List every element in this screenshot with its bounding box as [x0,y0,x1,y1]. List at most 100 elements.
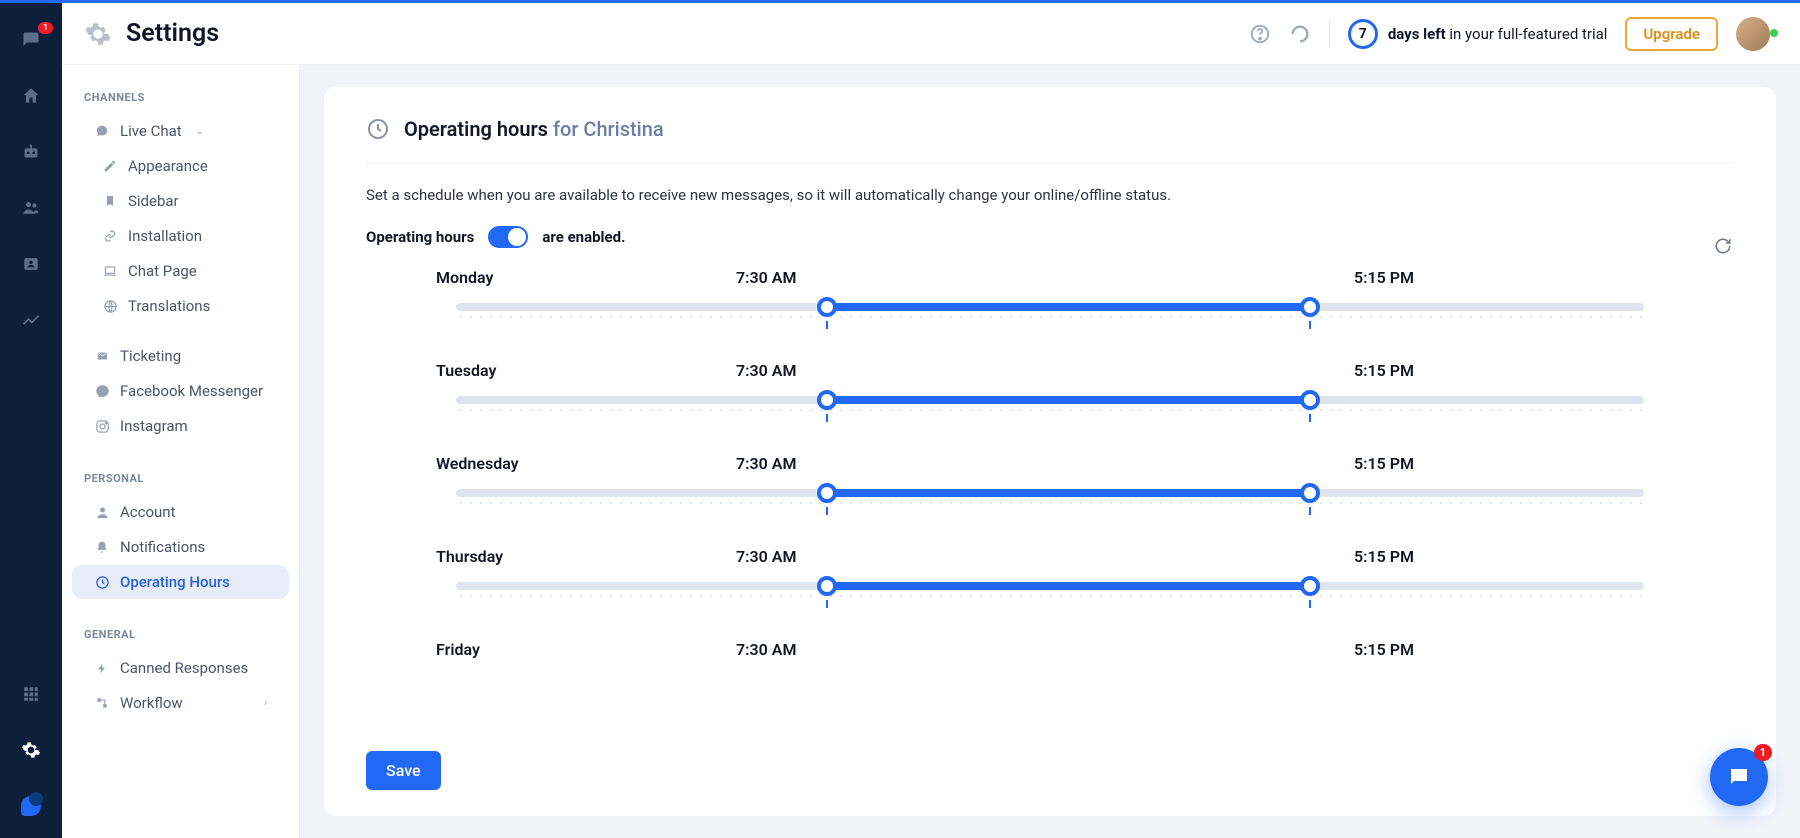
sidebar-item-label: Appearance [128,157,208,175]
reload-icon[interactable] [1714,237,1732,255]
rail-id-icon[interactable] [19,252,43,276]
time-range-slider[interactable] [456,390,1644,416]
slider-fill [827,582,1310,590]
chevron-down-icon: ⌄ [196,126,204,137]
slider-handle-start[interactable] [817,483,837,503]
upgrade-button[interactable]: Upgrade [1625,17,1718,51]
day-start-time: 7:30 AM [736,547,796,566]
rail-inbox-icon[interactable]: 1 [19,28,43,52]
schedule-row: Monday 7:30 AM 5:15 PM [366,268,1734,323]
avatar[interactable] [1736,17,1770,51]
slider-handle-end[interactable] [1300,483,1320,503]
sidebar-item-translations[interactable]: Translations [72,289,289,323]
sidebar-item-workflow[interactable]: Workflow › [72,686,289,720]
sidebar-item-facebook[interactable]: Facebook Messenger [72,374,289,408]
clock-icon [94,574,110,590]
sidebar-item-operating-hours[interactable]: Operating Hours [72,565,289,599]
slider-ticks [456,408,1644,412]
day-end-time: 5:15 PM [1354,454,1414,473]
sidebar-item-label: Installation [128,227,202,245]
sidebar-item-live-chat[interactable]: Live Chat ⌄ [72,114,289,148]
rail-home-icon[interactable] [19,84,43,108]
sidebar-item-instagram[interactable]: Instagram [72,409,289,443]
chat-launcher[interactable]: 1 [1710,748,1768,806]
settings-sidebar: CHANNELS Live Chat ⌄ Appearance Sidebar … [62,65,300,838]
settings-card: Operating hours for Christina Set a sche… [324,87,1776,816]
time-range-slider[interactable] [456,576,1644,602]
schedule-row: Tuesday 7:30 AM 5:15 PM [366,361,1734,416]
trial-days-circle: 7 [1348,19,1378,49]
slider-handle-end[interactable] [1300,390,1320,410]
slider-handle-start[interactable] [817,576,837,596]
rail-settings-icon[interactable] [19,738,43,762]
rail-logo-icon[interactable] [19,794,43,818]
day-start-time: 7:30 AM [736,454,796,473]
link-icon [102,228,118,244]
header: Settings 7 days left in your full-featur… [62,3,1800,65]
slider-fill [827,303,1310,311]
slider-ticks [456,315,1644,319]
day-name: Monday [436,268,686,287]
save-button[interactable]: Save [366,751,441,790]
rail-contacts-icon[interactable] [19,196,43,220]
day-end-time: 5:15 PM [1354,547,1414,566]
laptop-icon [102,263,118,279]
sidebar-item-chat-page[interactable]: Chat Page [72,254,289,288]
slider-tick-start [826,600,828,608]
day-end-time: 5:15 PM [1354,361,1414,380]
day-start-time: 7:30 AM [736,640,796,659]
bell-icon [94,539,110,555]
slider-handle-start[interactable] [817,390,837,410]
sidebar-item-installation[interactable]: Installation [72,219,289,253]
sidebar-item-sidebar[interactable]: Sidebar [72,184,289,218]
slider-tick-start [826,414,828,422]
sidebar-item-appearance[interactable]: Appearance [72,149,289,183]
schedule-row: Friday 7:30 AM 5:15 PM [366,640,1734,668]
slider-ticks [456,594,1644,598]
schedule-row: Wednesday 7:30 AM 5:15 PM [366,454,1734,509]
slider-handle-end[interactable] [1300,297,1320,317]
left-rail: 1 [0,3,62,838]
sidebar-item-label: Sidebar [128,192,179,210]
toggle-label: Operating hours [366,228,474,246]
trial-rest-label: in your full-featured trial [1446,25,1608,43]
day-start-time: 7:30 AM [736,361,796,380]
user-icon [94,504,110,520]
sidebar-item-label: Operating Hours [120,573,230,591]
slider-fill [827,396,1310,404]
schedule-row: Thursday 7:30 AM 5:15 PM [366,547,1734,602]
bolt-icon [94,660,110,676]
help-icon[interactable] [1249,23,1271,45]
chat-badge: 1 [1754,744,1772,761]
sidebar-item-account[interactable]: Account [72,495,289,529]
day-end-time: 5:15 PM [1354,268,1414,287]
sidebar-item-ticketing[interactable]: Ticketing [72,339,289,373]
slider-handle-start[interactable] [817,297,837,317]
sidebar-section-personal: PERSONAL [62,472,299,485]
day-name: Wednesday [436,454,686,473]
refresh-icon[interactable] [1289,23,1311,45]
rail-apps-icon[interactable] [19,682,43,706]
pencil-icon [102,158,118,174]
sidebar-item-label: Translations [128,297,210,315]
sidebar-item-label: Notifications [120,538,205,556]
rail-analytics-icon[interactable] [19,308,43,332]
sidebar-item-label: Ticketing [120,347,181,365]
content-area: Operating hours for Christina Set a sche… [300,65,1800,838]
slider-tick-end [1309,507,1311,515]
sidebar-item-label: Facebook Messenger [120,382,263,400]
rail-bot-icon[interactable] [19,140,43,164]
sidebar-section-channels: CHANNELS [62,91,299,104]
time-range-slider[interactable] [456,297,1644,323]
day-name: Thursday [436,547,686,566]
clock-icon [366,117,390,141]
mail-icon [94,348,110,364]
sidebar-item-canned[interactable]: Canned Responses [72,651,289,685]
slider-fill [827,489,1310,497]
slider-handle-end[interactable] [1300,576,1320,596]
slider-tick-end [1309,600,1311,608]
sidebar-item-notifications[interactable]: Notifications [72,530,289,564]
time-range-slider[interactable] [456,483,1644,509]
page-title: Settings [126,19,219,48]
operating-hours-toggle[interactable] [488,226,528,248]
